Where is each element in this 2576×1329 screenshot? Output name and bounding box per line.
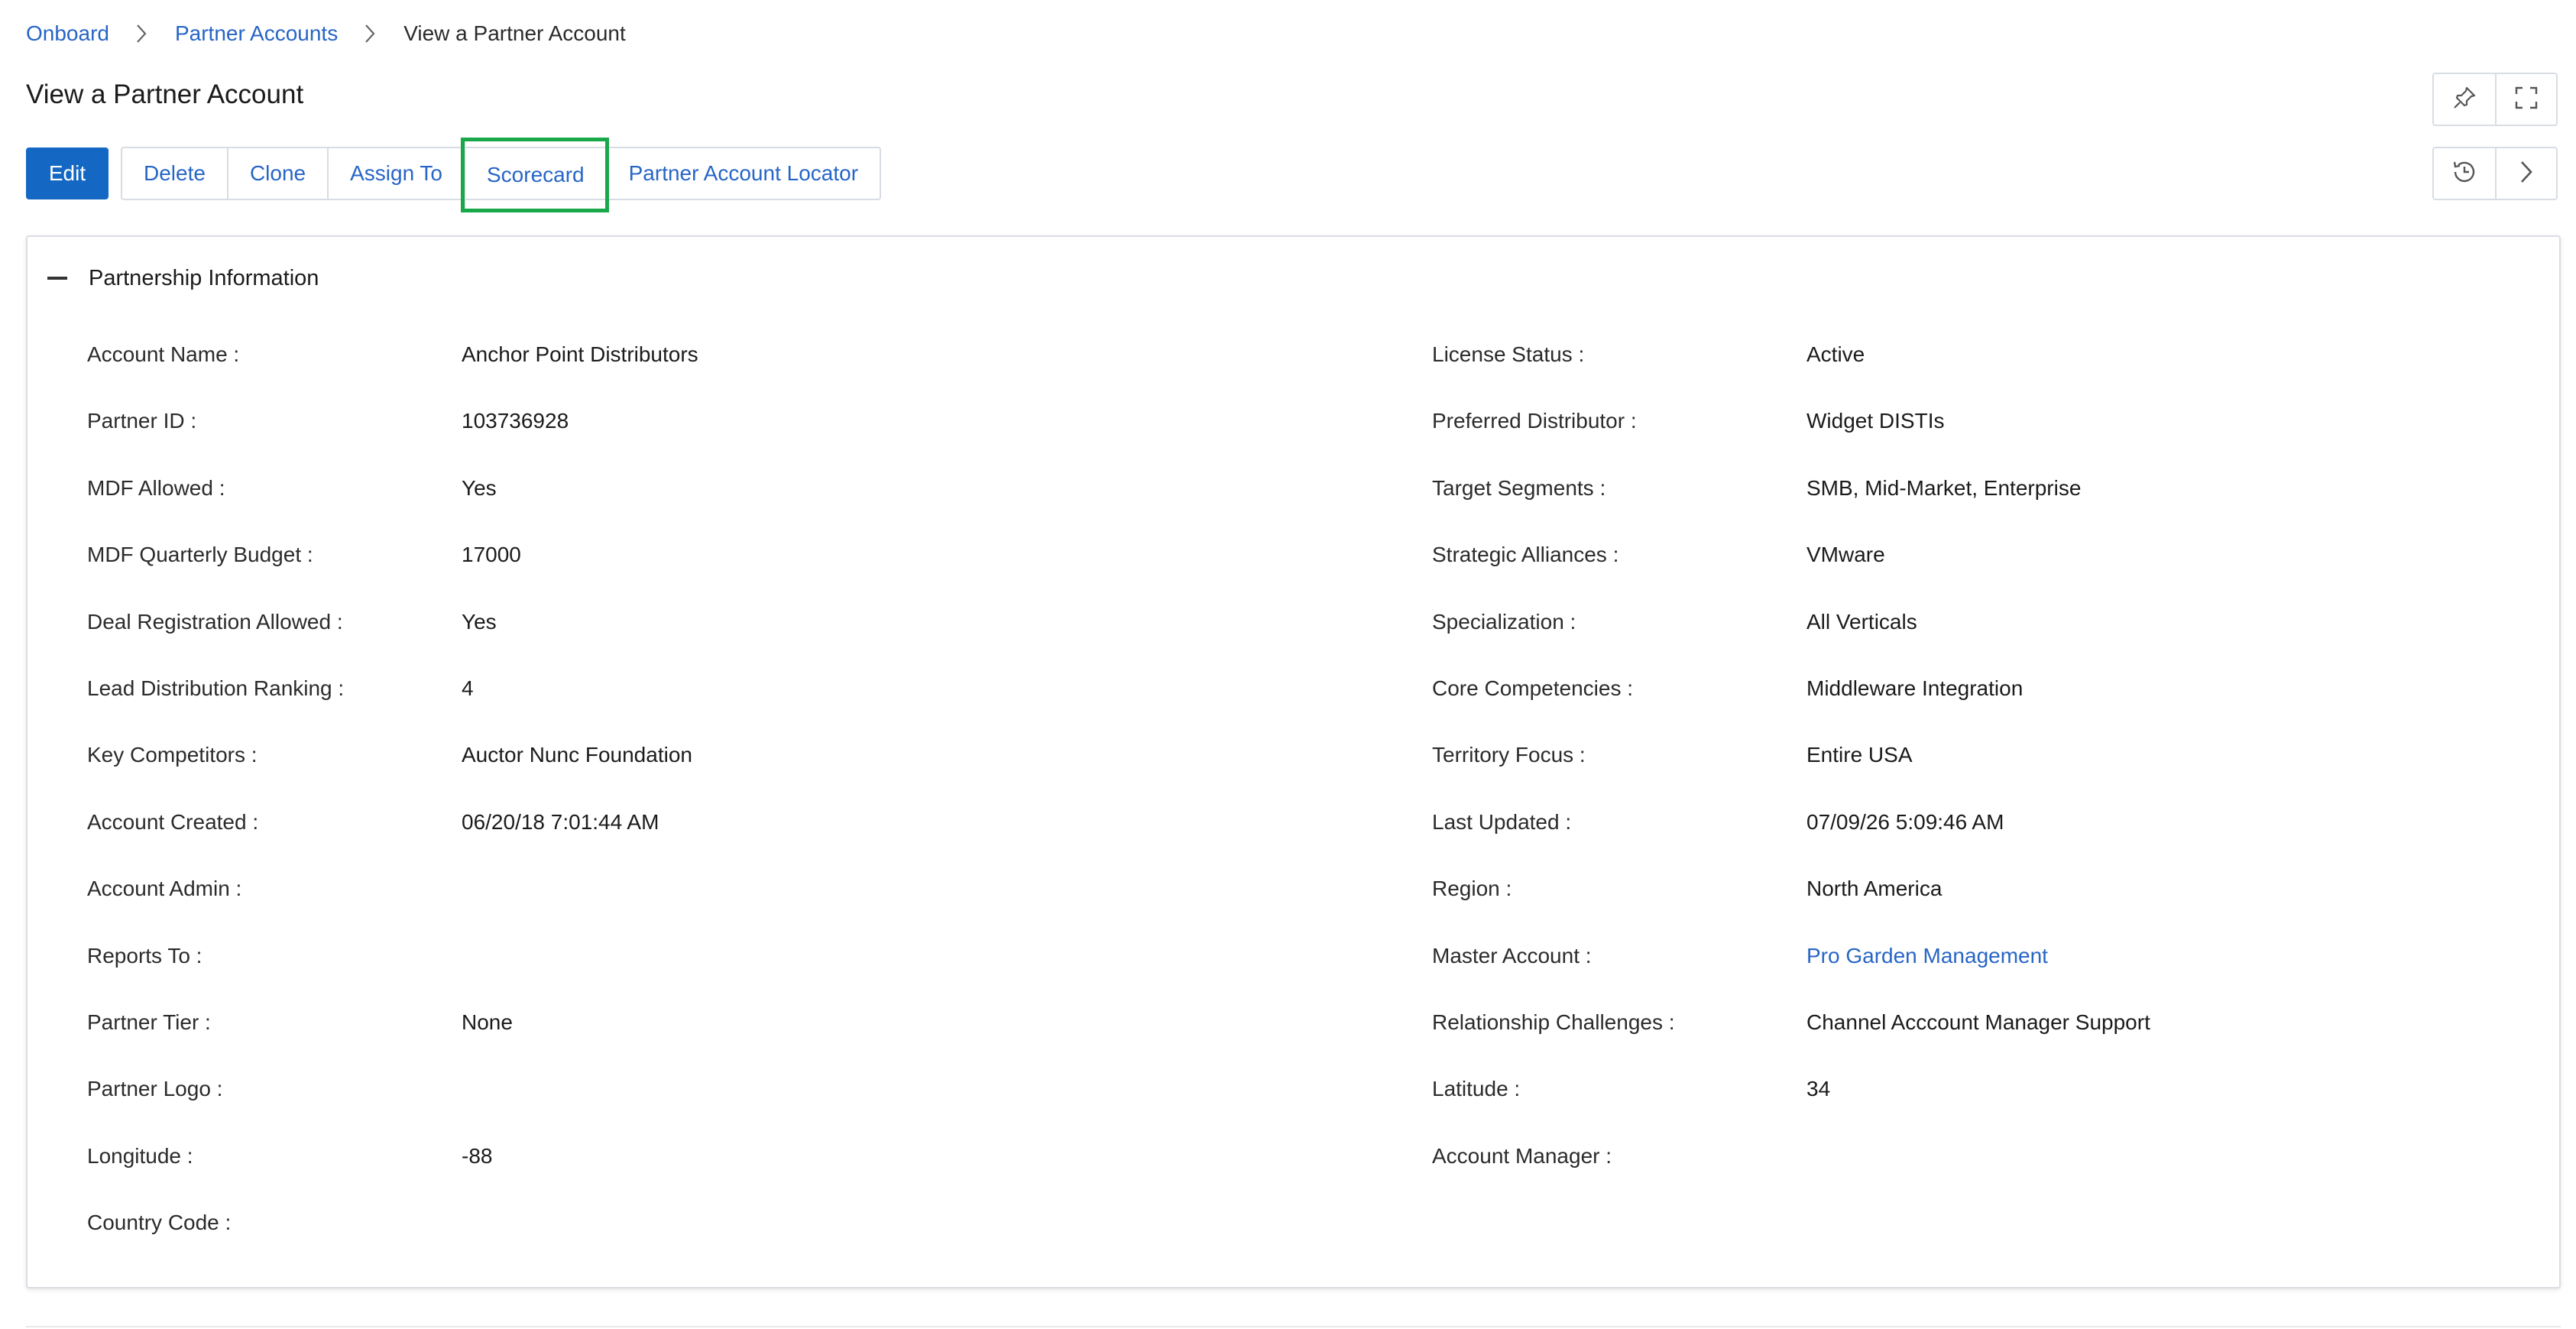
history-icon (2451, 158, 2478, 190)
collapse-icon[interactable] (47, 277, 67, 280)
field-label: Relationship Challenges : (1432, 1010, 1675, 1034)
field-row: Key Competitors : Auctor Nunc Foundation… (87, 740, 2532, 806)
section-title: Partnership Information (89, 265, 319, 290)
field-value: 07/09/26 5:09:46 AM (1806, 809, 2004, 834)
field-value: 06/20/18 7:01:44 AM (462, 809, 659, 834)
field-label: Last Updated : (1432, 809, 1572, 834)
clone-button[interactable]: Clone (226, 148, 327, 199)
history-button[interactable] (2434, 148, 2495, 199)
expand-icon (2514, 86, 2539, 114)
field-label: Deal Registration Allowed : (87, 609, 343, 634)
field-label: Preferred Distributor : (1432, 409, 1637, 433)
field-label: Reports To : (87, 943, 203, 968)
field-row: Partner Logo : Latitude : 34 (87, 1074, 2532, 1140)
field-value: Yes (462, 609, 497, 634)
field-grid: Account Name : Anchor Point Distributors… (87, 339, 2532, 1274)
field-label: Specialization : (1432, 609, 1576, 634)
field-label: License Status : (1432, 342, 1585, 366)
assign-to-button[interactable]: Assign To (327, 148, 464, 199)
field-label: MDF Allowed : (87, 475, 225, 500)
field-label: MDF Quarterly Budget : (87, 543, 313, 567)
breadcrumb-partner-accounts[interactable]: Partner Accounts (175, 21, 338, 46)
field-label: Country Code : (87, 1211, 232, 1235)
field-row: Country Code : (87, 1207, 2532, 1274)
field-label: Strategic Alliances : (1432, 543, 1619, 567)
field-label: Account Manager : (1432, 1143, 1612, 1168)
field-row: Account Admin : Region : North America (87, 874, 2532, 940)
field-value: Middleware Integration (1806, 676, 2024, 700)
field-label: Partner Logo : (87, 1077, 223, 1101)
field-row: MDF Allowed : Yes Target Segments : SMB,… (87, 473, 2532, 540)
field-value: Active (1806, 342, 1865, 366)
field-value: 103736928 (462, 409, 569, 433)
field-value: Yes (462, 475, 497, 500)
field-label: Master Account : (1432, 943, 1592, 968)
chevron-right-icon (364, 21, 379, 46)
field-row: Account Name : Anchor Point Distributors… (87, 339, 2532, 406)
field-row: Reports To : Master Account : Pro Garden… (87, 941, 2532, 1007)
master-account-link[interactable]: Pro Garden Management (1806, 941, 2048, 971)
page-title: View a Partner Account (26, 79, 304, 109)
field-value: -88 (462, 1143, 493, 1168)
partnership-information-panel: Partnership Information Account Name : A… (26, 235, 2561, 1288)
field-row: Deal Registration Allowed : Yes Speciali… (87, 607, 2532, 673)
breadcrumb: Onboard Partner Accounts View a Partner … (26, 20, 626, 47)
breadcrumb-current: View a Partner Account (403, 21, 626, 45)
chevron-right-icon (2519, 160, 2534, 188)
field-label: Account Created : (87, 809, 259, 834)
field-label: Account Admin : (87, 877, 242, 901)
section-header[interactable]: Partnership Information (47, 260, 319, 297)
field-value: Auctor Nunc Foundation (462, 743, 692, 767)
pin-button[interactable] (2434, 74, 2495, 125)
field-row: Partner ID : 103736928 Preferred Distrib… (87, 406, 2532, 472)
field-label: Partner ID : (87, 409, 197, 433)
field-row: Lead Distribution Ranking : 4 Core Compe… (87, 673, 2532, 740)
field-label: Territory Focus : (1432, 743, 1586, 767)
view-controls (2432, 73, 2558, 126)
pin-icon (2451, 85, 2477, 115)
field-value: SMB, Mid-Market, Enterprise (1806, 475, 2082, 500)
field-row: MDF Quarterly Budget : 17000 Strategic A… (87, 540, 2532, 606)
field-value: North America (1806, 877, 1943, 901)
divider (26, 1326, 2561, 1327)
field-value: Entire USA (1806, 743, 1913, 767)
partner-account-locator-button[interactable]: Partner Account Locator (605, 148, 880, 199)
scorecard-button[interactable]: Scorecard (461, 138, 609, 212)
expand-button[interactable] (2495, 74, 2556, 125)
field-label: Region : (1432, 877, 1512, 901)
field-label: Target Segments : (1432, 475, 1606, 500)
field-value: 34 (1806, 1077, 1831, 1101)
field-label: Key Competitors : (87, 743, 258, 767)
field-value: Channel Acccount Manager Support (1806, 1010, 2150, 1034)
field-row: Account Created : 06/20/18 7:01:44 AM La… (87, 807, 2532, 874)
field-value: None (462, 1010, 513, 1034)
edit-button[interactable]: Edit (26, 147, 109, 199)
chevron-right-icon (135, 21, 151, 46)
field-value: VMware (1806, 543, 1885, 567)
field-value: Anchor Point Distributors (462, 342, 698, 366)
next-record-button[interactable] (2495, 148, 2556, 199)
breadcrumb-onboard[interactable]: Onboard (26, 21, 109, 46)
field-value: Widget DISTIs (1806, 409, 1945, 433)
field-label: Latitude : (1432, 1077, 1521, 1101)
field-label: Account Name : (87, 342, 240, 366)
field-label: Longitude : (87, 1143, 193, 1168)
field-value: All Verticals (1806, 609, 1917, 634)
field-label: Core Competencies : (1432, 676, 1634, 700)
delete-button[interactable]: Delete (122, 148, 227, 199)
field-value: 17000 (462, 543, 521, 567)
field-value: 4 (462, 676, 474, 700)
action-button-group: Delete Clone Assign To Scorecard Partner… (121, 138, 882, 212)
action-toolbar: Edit Delete Clone Assign To Scorecard Pa… (26, 138, 882, 212)
field-row: Partner Tier : None Relationship Challen… (87, 1007, 2532, 1074)
field-label: Partner Tier : (87, 1010, 211, 1034)
field-label: Lead Distribution Ranking : (87, 676, 345, 700)
field-row: Longitude : -88 Account Manager : (87, 1141, 2532, 1207)
record-controls (2432, 147, 2558, 200)
